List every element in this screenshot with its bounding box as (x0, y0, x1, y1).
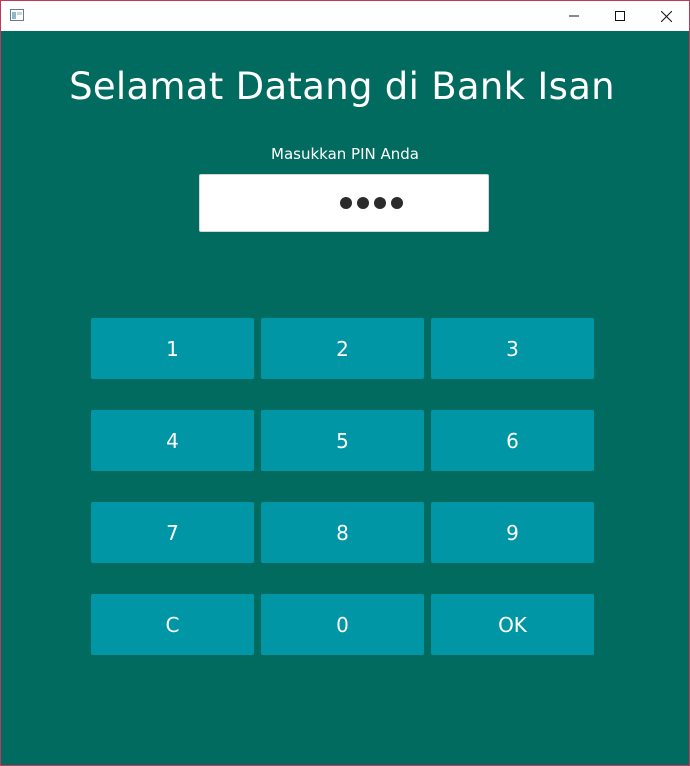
maximize-icon (615, 11, 625, 21)
pin-mask (339, 197, 403, 209)
pin-dot (390, 197, 403, 209)
app-icon (10, 9, 24, 21)
key-1-button[interactable]: 1 (91, 318, 254, 379)
title-bar (1, 1, 689, 31)
key-9-button[interactable]: 9 (431, 502, 594, 563)
pin-dot (339, 197, 352, 209)
pin-input[interactable] (199, 174, 489, 232)
minimize-icon (569, 15, 579, 17)
clear-button[interactable]: C (91, 594, 254, 655)
maximize-button[interactable] (597, 1, 643, 31)
minimize-button[interactable] (551, 1, 597, 31)
key-0-button[interactable]: 0 (261, 594, 424, 655)
key-6-button[interactable]: 6 (431, 410, 594, 471)
main-content: Selamat Datang di Bank Isan Masukkan PIN… (1, 31, 689, 765)
key-4-button[interactable]: 4 (91, 410, 254, 471)
close-button[interactable] (643, 1, 689, 31)
close-icon (660, 10, 672, 22)
ok-button[interactable]: OK (431, 594, 594, 655)
key-2-button[interactable]: 2 (261, 318, 424, 379)
key-5-button[interactable]: 5 (261, 410, 424, 471)
key-3-button[interactable]: 3 (431, 318, 594, 379)
app-window: Selamat Datang di Bank Isan Masukkan PIN… (0, 0, 690, 766)
pin-label: Masukkan PIN Anda (271, 145, 419, 163)
pin-dot (373, 197, 386, 209)
key-8-button[interactable]: 8 (261, 502, 424, 563)
key-7-button[interactable]: 7 (91, 502, 254, 563)
pin-dot (356, 197, 369, 209)
page-title: Selamat Datang di Bank Isan (69, 65, 615, 108)
